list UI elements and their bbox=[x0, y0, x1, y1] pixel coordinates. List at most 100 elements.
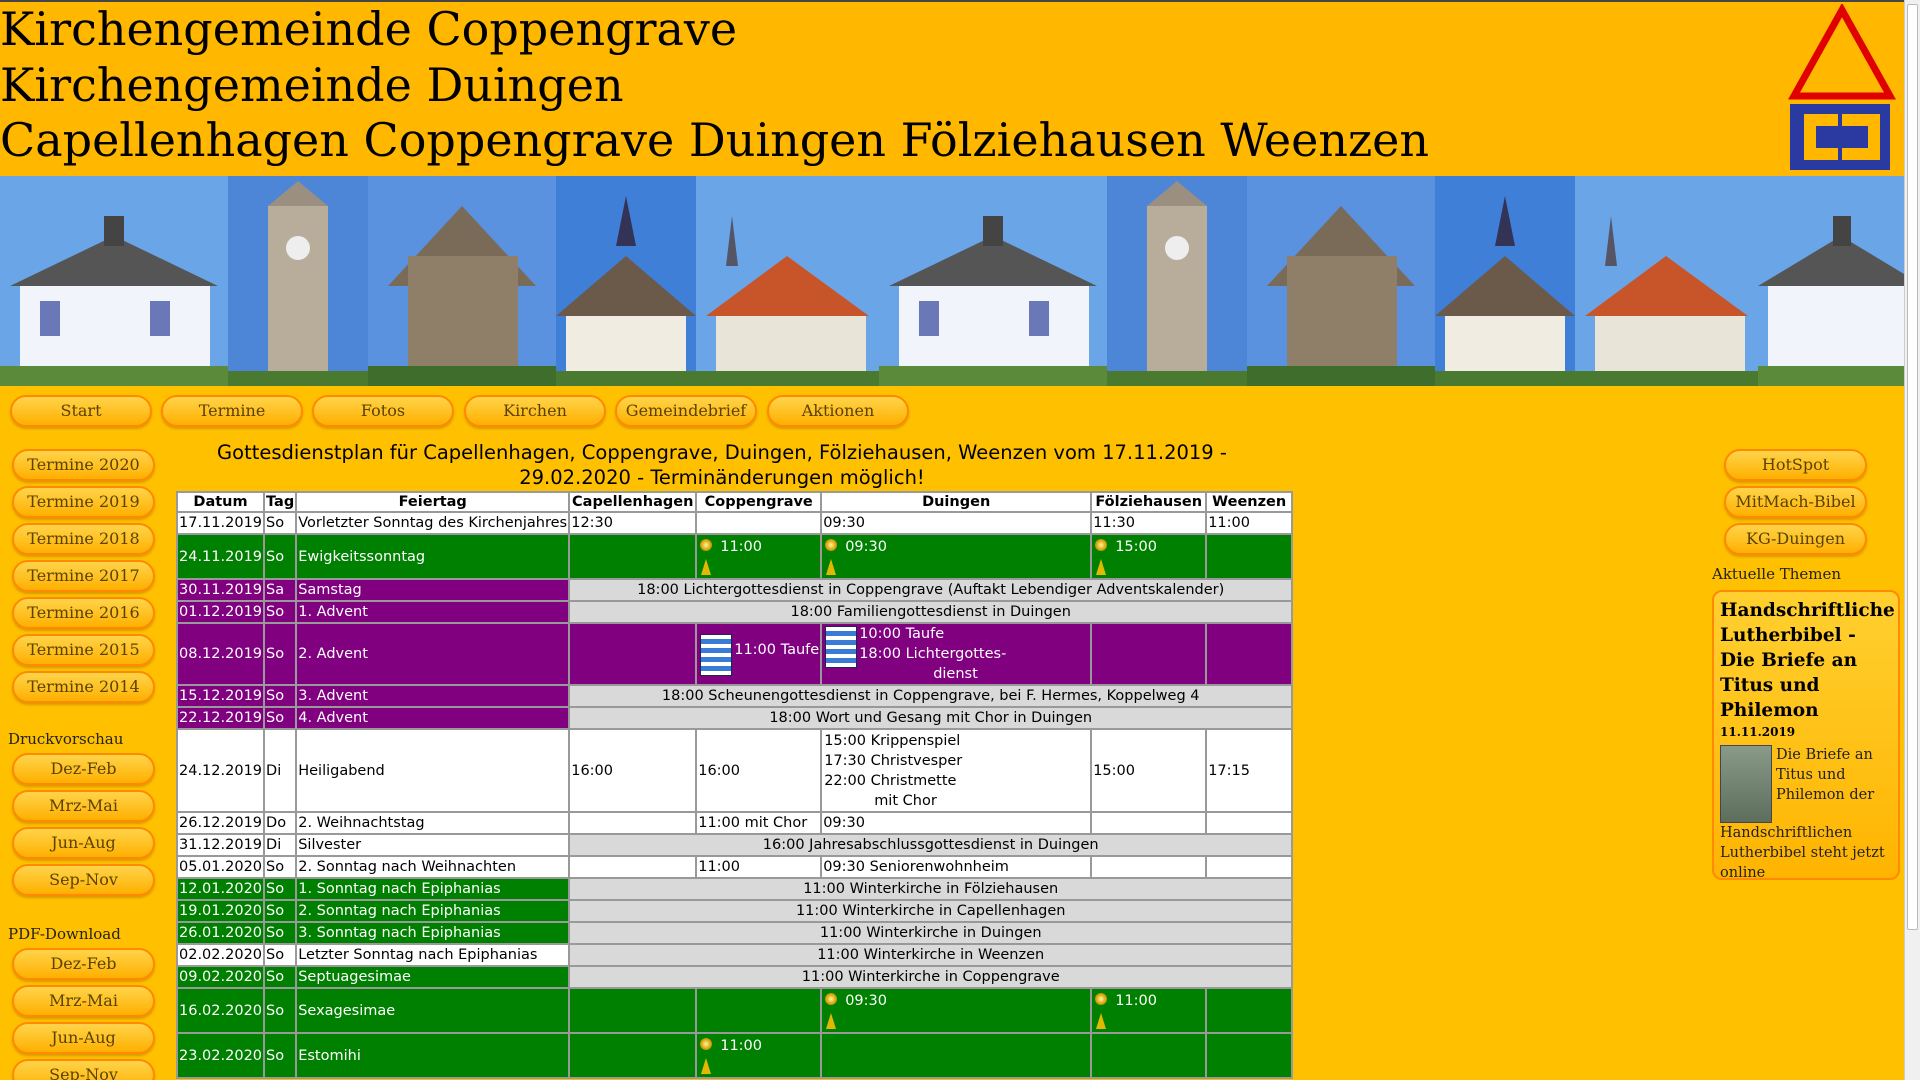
news-teaser-box[interactable]: Handschriftliche Lutherbibel - Die Brief… bbox=[1712, 590, 1900, 881]
cell-duingen: 10:00 Taufe 18:00 Lichtergottes-dienst bbox=[820, 622, 1093, 686]
table-row: 22.12.2019 So 4. Advent 18:00 Wort und Gesa… bbox=[175, 706, 1294, 730]
col-header-coppengrave: Coppengrave bbox=[695, 491, 823, 513]
church-photo-white-2 bbox=[1435, 176, 1575, 386]
candle-icon bbox=[1093, 991, 1109, 1031]
table-row: 16.02.2020 So Sexagesimae 09:30 11:00 bbox=[175, 987, 1294, 1034]
nav-aktionen-button[interactable]: Aktionen bbox=[767, 395, 909, 427]
nav-gemeindebrief-button[interactable]: Gemeindebrief bbox=[615, 395, 757, 427]
table-row: 23.02.2020 So Estomihi 11:00 bbox=[175, 1032, 1294, 1079]
cell-folziehausen bbox=[1090, 811, 1208, 835]
cell-feiertag: 2. Sonntag nach Epiphanias bbox=[295, 899, 571, 923]
news-article-title[interactable]: Handschriftliche Lutherbibel - Die Brief… bbox=[1720, 598, 1895, 723]
cell-folziehausen bbox=[1090, 855, 1208, 879]
cell-duingen: 09:30 bbox=[820, 987, 1093, 1034]
cell-tag: Di bbox=[263, 833, 298, 857]
nav-kirchen-button[interactable]: Kirchen bbox=[464, 395, 606, 427]
cell-weenzen bbox=[1205, 1032, 1294, 1079]
mitmach-bibel-button[interactable]: MitMach-Bibel bbox=[1724, 486, 1867, 518]
table-row: 12.01.2020 So 1. Sonntag nach Epiphanias 11… bbox=[175, 877, 1294, 901]
cell-message: 18:00 Familiengottesdienst in Duingen bbox=[568, 600, 1294, 624]
cell-folziehausen: 15:00 bbox=[1090, 728, 1208, 813]
cell-feiertag: Heiligabend bbox=[295, 728, 571, 813]
cell-feiertag: 4. Advent bbox=[295, 706, 571, 730]
cell-folziehausen: 11:00 bbox=[1090, 987, 1208, 1034]
cell-feiertag: Ewigkeitssonntag bbox=[295, 533, 571, 580]
church-logo-icon[interactable] bbox=[1786, 4, 1898, 174]
table-row: 30.11.2019 Sa Samstag 18:00 Lichtergottesdi… bbox=[175, 578, 1294, 602]
candle-icon bbox=[823, 537, 839, 577]
right-sidebar: HotSpot MitMach-Bibel KG-Duingen Aktuell… bbox=[1712, 440, 1904, 1080]
left-sidebar: Termine 2020 Termine 2019 Termine 2018 T… bbox=[0, 440, 162, 1080]
col-header-folziehausen: Fölziehausen bbox=[1090, 491, 1208, 513]
cell-duingen: 09:30 bbox=[820, 811, 1093, 835]
cell-feiertag: 2. Sonntag nach Weihnachten bbox=[295, 855, 571, 879]
druck-sep-nov-button[interactable]: Sep-Nov bbox=[12, 864, 155, 896]
nav-termine-button[interactable]: Termine bbox=[161, 395, 303, 427]
church-photo-red-roof-2 bbox=[1575, 176, 1758, 386]
table-row: 24.11.2019 So Ewigkeitssonntag 11:00 09:30… bbox=[175, 533, 1294, 580]
cell-coppengrave: 11:00 mit Chor bbox=[695, 811, 823, 835]
table-row: 26.01.2020 So 3. Sonntag nach Epiphanias 11… bbox=[175, 921, 1294, 945]
page-scrollbar[interactable] bbox=[1904, 0, 1920, 1080]
church-photo-tower-1 bbox=[228, 176, 368, 386]
cell-feiertag: Estomihi bbox=[295, 1032, 571, 1079]
cell-feiertag: 3. Advent bbox=[295, 684, 571, 708]
table-row: 05.01.2020 So 2. Sonntag nach Weihnachten 1… bbox=[175, 855, 1294, 879]
nav-fotos-button[interactable]: Fotos bbox=[312, 395, 454, 427]
cell-capellenhagen bbox=[568, 1032, 698, 1079]
cell-tag: So bbox=[263, 1032, 298, 1079]
cell-tag: So bbox=[263, 511, 298, 535]
header-title-duingen: Kirchengemeinde Duingen bbox=[0, 58, 624, 112]
termine-2017-button[interactable]: Termine 2017 bbox=[12, 560, 155, 592]
cell-capellenhagen bbox=[568, 811, 698, 835]
table-row: 01.12.2019 So 1. Advent 18:00 Familiengotte… bbox=[175, 600, 1294, 624]
col-header-feiertag: Feiertag bbox=[295, 491, 571, 513]
pdf-jun-aug-button[interactable]: Jun-Aug bbox=[12, 1022, 155, 1054]
druck-mrz-mai-button[interactable]: Mrz-Mai bbox=[12, 790, 155, 822]
termine-2015-button[interactable]: Termine 2015 bbox=[12, 634, 155, 666]
col-header-datum: Datum bbox=[175, 491, 266, 513]
druck-jun-aug-button[interactable]: Jun-Aug bbox=[12, 827, 155, 859]
church-photo-stone-1 bbox=[368, 176, 556, 386]
table-row: 02.02.2020 So Letzter Sonntag nach Epiphan… bbox=[175, 943, 1294, 967]
kg-duingen-button[interactable]: KG-Duingen bbox=[1724, 523, 1867, 555]
cell-duingen bbox=[820, 1032, 1093, 1079]
cell-feiertag: Samstag bbox=[295, 578, 571, 602]
pdf-sep-nov-button[interactable]: Sep-Nov bbox=[12, 1059, 155, 1080]
bible-thumbnail-image[interactable] bbox=[1720, 745, 1772, 823]
cell-datum: 12.01.2020 bbox=[175, 877, 266, 901]
news-article-date: 11.11.2019 bbox=[1720, 725, 1796, 739]
pdf-mrz-mai-button[interactable]: Mrz-Mai bbox=[12, 985, 155, 1017]
church-photo-stone-2 bbox=[1247, 176, 1435, 386]
cell-datum: 08.12.2019 bbox=[175, 622, 266, 686]
cell-feiertag: 2. Weihnachtstag bbox=[295, 811, 571, 835]
cell-tag: Do bbox=[263, 811, 298, 835]
church-photo-white-1 bbox=[556, 176, 696, 386]
church-photo-tower-2 bbox=[1107, 176, 1247, 386]
church-photo-red-roof-1 bbox=[696, 176, 879, 386]
candle-icon bbox=[1093, 537, 1109, 577]
termine-2014-button[interactable]: Termine 2014 bbox=[12, 671, 155, 703]
termine-2018-button[interactable]: Termine 2018 bbox=[12, 523, 155, 555]
header-villages: Capellenhagen Coppengrave Duingen Fölzie… bbox=[0, 113, 1430, 167]
cell-datum: 09.02.2020 bbox=[175, 965, 266, 989]
termine-2016-button[interactable]: Termine 2016 bbox=[12, 597, 155, 629]
church-photo-capellenhagen-3 bbox=[1758, 176, 1904, 386]
druck-dez-feb-button[interactable]: Dez-Feb bbox=[12, 753, 155, 785]
cell-coppengrave: 11:00 bbox=[695, 855, 823, 879]
termine-2020-button[interactable]: Termine 2020 bbox=[12, 449, 155, 481]
cell-datum: 31.12.2019 bbox=[175, 833, 266, 857]
cell-tag: So bbox=[263, 921, 298, 945]
pdf-dez-feb-button[interactable]: Dez-Feb bbox=[12, 948, 155, 980]
nav-start-button[interactable]: Start bbox=[10, 395, 152, 427]
cell-capellenhagen bbox=[568, 533, 698, 580]
page-title: Gottesdienstplan für Capellenhagen, Copp… bbox=[217, 441, 1227, 489]
table-row: 09.02.2020 So Septuagesimae 11:00 Winterkir… bbox=[175, 965, 1294, 989]
cell-feiertag: 2. Advent bbox=[295, 622, 571, 686]
cell-weenzen: 17:15 bbox=[1205, 728, 1294, 813]
scrollbar-thumb[interactable] bbox=[1907, 4, 1918, 930]
aktuelle-themen-label: Aktuelle Themen bbox=[1712, 565, 1842, 583]
termine-2019-button[interactable]: Termine 2019 bbox=[12, 486, 155, 518]
hotspot-button[interactable]: HotSpot bbox=[1724, 449, 1867, 481]
cell-folziehausen bbox=[1090, 1032, 1208, 1079]
